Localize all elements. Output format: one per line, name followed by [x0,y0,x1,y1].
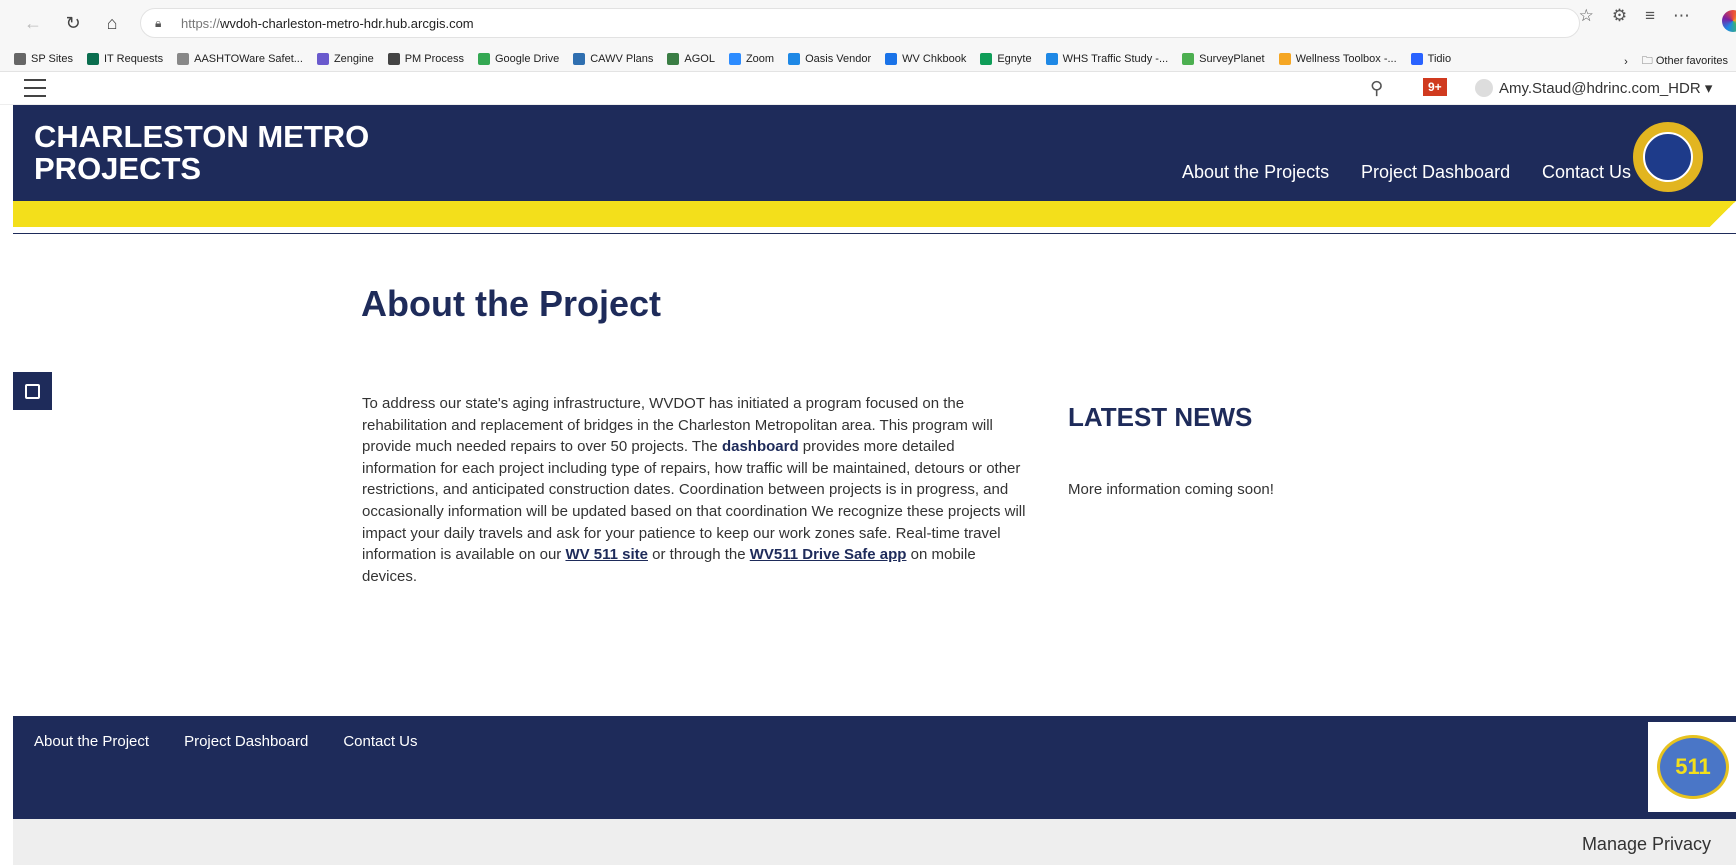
bookmark-icon [573,52,586,65]
footer-link-dashboard[interactable]: Project Dashboard [184,733,308,750]
bookmark-icon [478,52,490,65]
nav-about-projects[interactable]: About the Projects [1182,162,1329,183]
lock-icon: 🔒︎ [155,16,162,30]
chevron-right-icon[interactable]: › [1624,56,1628,68]
bookmark-item[interactable]: Zengine [316,52,374,65]
wvdot-seal-logo [1630,119,1706,195]
bookmark-item[interactable]: WV Chkbook [885,52,966,65]
home-icon[interactable]: ⌂ [99,10,125,36]
notifications-badge[interactable]: 9+ [1423,78,1447,96]
bookmark-icon [1410,52,1423,65]
bookmarks-bar: SP Sites IT Requests AASHTOWare Safet... Ze… [0,46,1736,72]
refresh-icon[interactable]: ↻ [60,10,86,36]
footer-link-about[interactable]: About the Project [34,733,149,750]
browser-toolbar: ← ↻ ⌂ 🔒︎ https://wvdoh-charleston-metro-… [0,0,1736,46]
latest-news-heading: LATEST NEWS [1068,402,1253,432]
extensions-icon[interactable]: ⚙ [1612,6,1627,26]
page-title: About the Project [361,283,662,324]
bookmark-item[interactable]: AASHTOWare Safet... [177,52,303,65]
footer-nav: About the Project Project Dashboard Cont… [34,733,453,750]
bookmark-icon [728,52,741,65]
bookmark-item[interactable]: AGOL [667,52,715,65]
bookmark-icon [980,52,993,65]
search-icon[interactable]: ⚲ [1370,78,1383,99]
menu-icon[interactable] [24,79,46,97]
bookmark-item[interactable]: CAWV Plans [573,52,653,65]
privacy-bar: Manage Privacy [13,819,1736,865]
back-icon[interactable]: ← [20,10,46,36]
bookmark-icon [316,52,329,65]
other-favorites-folder[interactable]: 🗀︎ Other favorites [1642,52,1728,71]
app-bar: ⚲ 9+ Amy.Staud@hdrinc.com_HDR ▾ [0,72,1736,105]
bookmark-item[interactable]: PM Process [387,52,464,65]
bookmark-item[interactable]: WHS Traffic Study -... [1045,52,1168,65]
wv511-app-link[interactable]: WV511 Drive Safe app [750,546,907,563]
dashboard-text: dashboard [721,438,799,456]
bookmark-item[interactable]: IT Requests [87,52,163,65]
site-title[interactable]: CHARLESTON METRO PROJECTS [34,121,369,185]
star-icon[interactable]: ☆ [1579,6,1594,26]
bookmark-item[interactable]: Wellness Toolbox -... [1278,52,1397,65]
share-button[interactable] [13,372,52,410]
bookmark-item[interactable]: Tidio [1410,52,1451,65]
divider [13,233,1736,234]
browser-actions: ☆ ⚙ ≡ ⋯ [1579,6,1716,26]
bookmark-icon [1045,52,1058,65]
bookmark-icon [387,52,400,65]
nav-project-dashboard[interactable]: Project Dashboard [1361,162,1510,183]
about-paragraph: To address our state's aging infrastruct… [362,395,1026,585]
bookmark-icon [14,52,26,65]
bookmark-icon [87,52,99,65]
manage-privacy-link[interactable]: Manage Privacy [1582,834,1711,855]
copilot-icon[interactable] [1722,10,1736,32]
footer-link-contact[interactable]: Contact Us [343,733,417,750]
bookmark-item[interactable]: SurveyPlanet [1182,52,1265,65]
accent-stripe [13,201,1736,227]
bookmark-icon [1182,52,1195,65]
bookmark-item[interactable]: Oasis Vendor [788,52,871,65]
bookmark-icon [1278,52,1291,65]
site-header: CHARLESTON METRO PROJECTS About the Proj… [13,105,1736,201]
more-icon[interactable]: ⋯ [1673,6,1690,26]
bookmark-item[interactable]: SP Sites [14,52,73,65]
bookmark-item[interactable]: Egnyte [980,52,1032,65]
avatar[interactable] [1475,79,1493,97]
footer: About the Project Project Dashboard Cont… [13,716,1736,819]
wv511-site-link[interactable]: WV 511 site [565,546,648,563]
bookmark-item[interactable]: Google Drive [478,52,559,65]
user-menu[interactable]: Amy.Staud@hdrinc.com_HDR ▾ [1499,79,1712,97]
bookmark-icon [177,52,190,65]
bookmark-icon [667,52,680,65]
address-bar[interactable]: 🔒︎ https://wvdoh-charleston-metro-hdr.hu… [140,8,1580,38]
share-icon [25,383,40,399]
wv511-logo[interactable]: 511 [1648,722,1736,812]
bookmark-icon [885,52,898,65]
nav-contact-us[interactable]: Contact Us [1542,162,1631,183]
url-text[interactable]: https://wvdoh-charleston-metro-hdr.hub.a… [181,16,474,31]
bookmark-item[interactable]: Zoom [728,52,774,65]
latest-news-text: More information coming soon! [1068,481,1274,498]
bookmark-icon [788,52,801,65]
favorites-icon[interactable]: ≡ [1645,6,1655,26]
